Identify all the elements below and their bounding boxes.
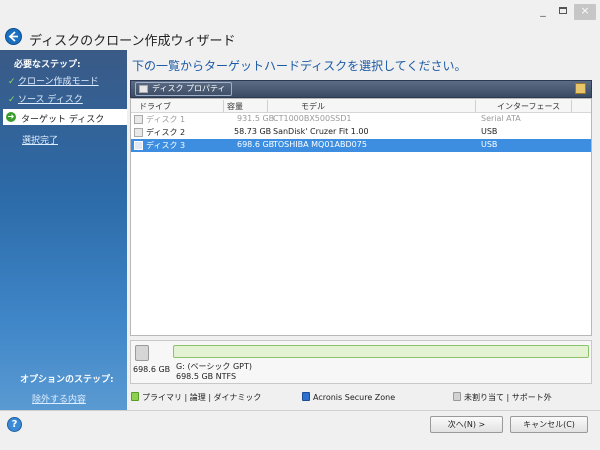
maximize-icon <box>559 7 567 14</box>
legend-primary: プライマリ | 論理 | ダイナミック <box>131 392 261 404</box>
table-row-selected[interactable]: ディスク 3 698.6 GB TOSHIBA MQ01ABD075 USB <box>131 139 591 152</box>
hard-disk-icon <box>135 345 149 361</box>
current-step-arrow-icon: ➜ <box>6 112 16 122</box>
disk-icon <box>134 141 143 150</box>
legend-primary-label: プライマリ | 論理 | ダイナミック <box>142 393 262 402</box>
partition-name: G: (ベーシック GPT) <box>176 362 252 371</box>
wizard-window: _ × ディスクのクローン作成ウィザード 必要なステップ: ✓ クローン作成モード… <box>0 0 600 450</box>
cancel-button[interactable]: キャンセル(C) <box>510 416 588 433</box>
step-clone-mode[interactable]: ✓ クローン作成モード <box>8 74 99 88</box>
cell-interface: USB <box>481 127 498 136</box>
disk-map: 698.6 GB G: (ベーシック GPT) 698.5 GB NTFS <box>130 340 592 384</box>
column-model[interactable]: モデル <box>301 101 325 112</box>
title-bar: _ × <box>0 0 600 22</box>
table-row[interactable]: ディスク 1 931.5 GB CT1000BX500SSD1 Serial A… <box>131 113 591 126</box>
instruction-text: 下の一覧からターゲットハードディスクを選択してください。 <box>132 59 467 73</box>
unallocated-swatch-icon <box>453 392 461 401</box>
table-row[interactable]: ディスク 2 58.73 GB SanDisk' Cruzer Fit 1.00… <box>131 126 591 139</box>
column-drive[interactable]: ドライブ <box>139 101 171 112</box>
cell-interface: USB <box>481 140 498 149</box>
cell-drive: ディスク 1 <box>146 115 186 124</box>
disk-toolbar: ディスク プロパティ <box>130 80 592 98</box>
cell-model: SanDisk' Cruzer Fit 1.00 <box>273 127 369 136</box>
legend-acronis-label: Acronis Secure Zone <box>313 393 396 402</box>
optional-steps-heading: オプションのステップ: <box>20 375 114 385</box>
step-label: ターゲット ディスク <box>21 115 105 125</box>
wizard-title: ディスクのクローン作成ウィザード <box>29 34 236 49</box>
wizard-header: ディスクのクローン作成ウィザード <box>0 24 600 50</box>
minimize-button[interactable]: _ <box>536 4 550 20</box>
partition-bar[interactable] <box>173 345 589 358</box>
disk-table: ドライブ 容量 モデル インターフェース ディスク 1 931.5 GB CT1… <box>130 98 592 336</box>
column-separator[interactable] <box>475 100 476 112</box>
disk-properties-button[interactable]: ディスク プロパティ <box>135 82 232 96</box>
step-source-disk[interactable]: ✓ ソース ディスク <box>8 92 83 106</box>
disk-icon <box>134 115 143 124</box>
disk-icon <box>134 128 143 137</box>
help-icon[interactable]: ? <box>7 417 22 432</box>
table-header: ドライブ 容量 モデル インターフェース <box>131 99 591 113</box>
cell-drive: ディスク 3 <box>146 141 186 150</box>
disk-properties-label: ディスク プロパティ <box>152 84 226 93</box>
legend-unallocated-label: 未割り当て | サポート外 <box>464 393 552 402</box>
footer-bar: ? 次へ(N) > キャンセル(C) <box>0 410 600 450</box>
maximize-button[interactable] <box>556 4 570 20</box>
disk-properties-icon <box>139 85 148 93</box>
column-separator[interactable] <box>571 100 572 112</box>
cell-drive: ディスク 2 <box>146 128 186 137</box>
cell-capacity: 698.6 GB <box>237 140 275 149</box>
column-interface[interactable]: インターフェース <box>497 101 560 112</box>
cell-model: TOSHIBA MQ01ABD075 <box>273 140 367 149</box>
column-separator[interactable] <box>223 100 224 112</box>
steps-sidebar: 必要なステップ: ✓ クローン作成モード ✓ ソース ディスク ➜ ターゲット ディ… <box>0 50 127 410</box>
column-chooser-icon[interactable] <box>575 83 586 94</box>
check-icon: ✓ <box>8 77 16 87</box>
legend-unallocated: 未割り当て | サポート外 <box>453 392 552 404</box>
step-finish[interactable]: 選択完了 <box>22 133 58 146</box>
cell-interface: Serial ATA <box>481 114 521 123</box>
step-target-disk[interactable]: ➜ ターゲット ディスク <box>3 109 127 125</box>
acronis-swatch-icon <box>302 392 310 401</box>
back-arrow-icon[interactable] <box>5 28 22 45</box>
partition-details: 698.5 GB NTFS <box>176 372 237 381</box>
next-button[interactable]: 次へ(N) > <box>430 416 503 433</box>
disk-size: 698.6 GB <box>133 365 171 374</box>
step-label: ソース ディスク <box>18 95 83 105</box>
check-icon: ✓ <box>8 95 16 105</box>
legend-acronis: Acronis Secure Zone <box>302 392 395 404</box>
exclusions-link[interactable]: 除外する内容 <box>32 392 86 405</box>
cell-capacity: 931.5 GB <box>237 114 275 123</box>
column-capacity[interactable]: 容量 <box>227 101 243 112</box>
primary-swatch-icon <box>131 392 139 401</box>
cell-model: CT1000BX500SSD1 <box>273 114 352 123</box>
column-separator[interactable] <box>267 100 268 112</box>
close-button[interactable]: × <box>574 4 596 20</box>
cell-capacity: 58.73 GB <box>234 127 272 136</box>
step-label: クローン作成モード <box>18 77 99 87</box>
required-steps-heading: 必要なステップ: <box>14 60 81 70</box>
